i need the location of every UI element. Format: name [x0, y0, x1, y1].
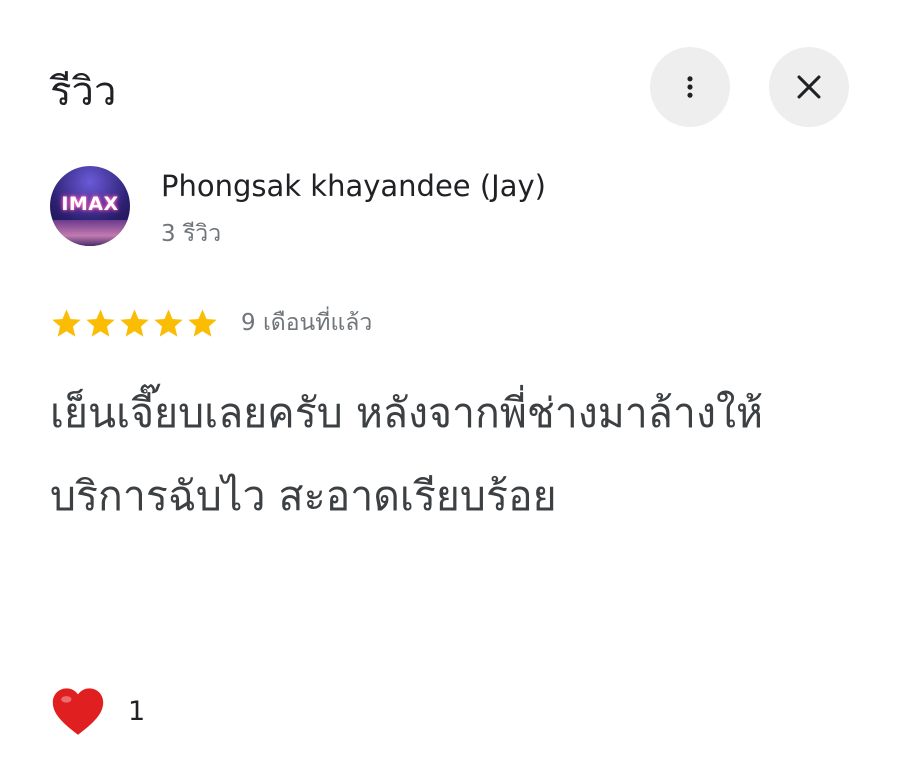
rating-row: 9 เดือนที่แล้ว [50, 303, 372, 343]
reaction-count: 1 [128, 695, 146, 727]
star-icon [154, 308, 183, 337]
more-options-button[interactable] [650, 47, 730, 127]
avatar-background [50, 220, 130, 246]
page-title: รีวิว [50, 69, 117, 115]
star-icon [52, 308, 81, 337]
star-rating [50, 307, 219, 340]
close-button[interactable] [769, 47, 849, 127]
star-icon [188, 308, 217, 337]
more-vert-icon [687, 76, 693, 98]
reaction-button[interactable]: 1 [50, 682, 145, 740]
reviewer-review-count: 3 รีวิว [161, 221, 222, 247]
review-text: เย็นเจี๊ยบเลยครับ หลังจากพี่ช่างมาล้างให… [50, 389, 764, 520]
heart-icon [52, 688, 104, 735]
close-icon [797, 75, 821, 99]
star-icon [120, 308, 149, 337]
star-icon [86, 308, 115, 337]
review-time: 9 เดือนที่แล้ว [241, 310, 373, 336]
reviewer-name[interactable]: Phongsak khayandee (Jay) [161, 166, 546, 206]
avatar-logo-text: IMAX [61, 193, 119, 215]
reviewer-avatar[interactable]: IMAX [50, 166, 130, 246]
